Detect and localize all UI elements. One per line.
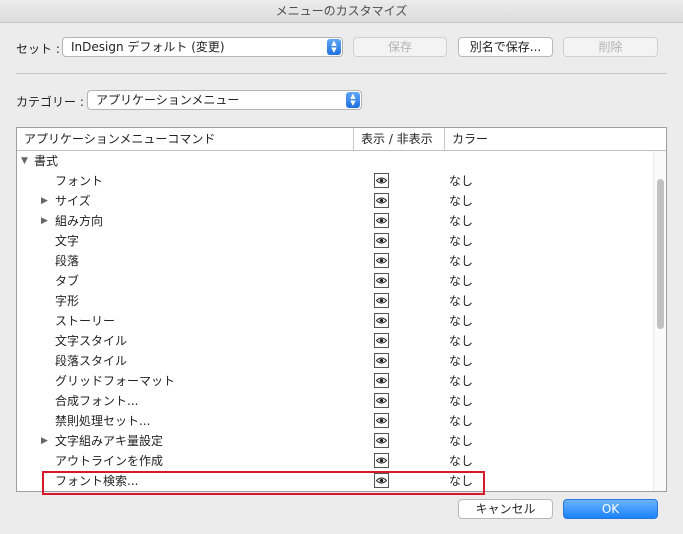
eye-icon[interactable] <box>374 253 389 268</box>
window-titlebar: メニューのカスタマイズ <box>0 0 683 23</box>
row-label: 文字 <box>55 234 80 248</box>
eye-icon[interactable] <box>374 373 389 388</box>
eye-icon[interactable] <box>374 273 389 288</box>
row-label: 段落 <box>55 254 80 268</box>
ok-button[interactable]: OK <box>563 499 658 519</box>
category-label: カテゴリー : <box>16 95 84 109</box>
scrollbar-thumb[interactable] <box>657 179 664 329</box>
row-label: 段落スタイル <box>55 354 128 368</box>
row-label: ストーリー <box>55 314 116 328</box>
set-label: セット : <box>16 42 60 56</box>
eye-icon[interactable] <box>374 333 389 348</box>
vertical-scrollbar[interactable] <box>653 151 666 491</box>
row-label: 文字スタイル <box>55 334 128 348</box>
column-header-visibility[interactable]: 表示 / 非表示 <box>354 128 445 150</box>
row-label: フォント <box>55 174 104 188</box>
table-row[interactable]: 文字スタイル なし <box>17 331 653 351</box>
eye-icon[interactable] <box>374 173 389 188</box>
set-popup[interactable]: InDesign デフォルト (変更) ▲ ▼ <box>62 37 343 57</box>
table-row[interactable]: 合成フォント... なし <box>17 391 653 411</box>
row-label: 組み方向 <box>55 214 104 228</box>
popup-stepper-icon: ▲ ▼ <box>327 39 341 55</box>
eye-icon[interactable] <box>374 413 389 428</box>
row-color[interactable]: なし <box>449 331 473 351</box>
disclosure-down-icon[interactable]: ▼ <box>21 151 28 171</box>
eye-icon[interactable] <box>374 293 389 308</box>
eye-icon[interactable] <box>374 313 389 328</box>
group-label: 書式 <box>34 154 59 168</box>
table-header: アプリケーションメニューコマンド 表示 / 非表示 カラー <box>17 128 666 151</box>
window-title: メニューのカスタマイズ <box>275 4 408 18</box>
row-color[interactable]: なし <box>449 391 473 411</box>
separator <box>16 73 667 74</box>
set-popup-value: InDesign デフォルト (変更) <box>71 40 225 54</box>
row-color[interactable]: なし <box>449 191 473 211</box>
row-color[interactable]: なし <box>449 271 473 291</box>
row-color[interactable]: なし <box>449 291 473 311</box>
eye-icon[interactable] <box>374 453 389 468</box>
table-row[interactable]: ストーリー なし <box>17 311 653 331</box>
row-color[interactable]: なし <box>449 431 473 451</box>
category-popup[interactable]: アプリケーションメニュー ▲ ▼ <box>87 90 362 110</box>
eye-icon[interactable] <box>374 193 389 208</box>
save-as-button[interactable]: 別名で保存... <box>458 37 553 57</box>
row-label: 禁則処理セット... <box>55 414 151 428</box>
table-row[interactable]: ▶ 文字組みアキ量設定 なし <box>17 431 653 451</box>
cancel-button[interactable]: キャンセル <box>458 499 553 519</box>
column-header-command[interactable]: アプリケーションメニューコマンド <box>17 128 354 150</box>
save-button[interactable]: 保存 <box>353 37 447 57</box>
row-label: 字形 <box>55 294 80 308</box>
table-row[interactable]: 段落 なし <box>17 251 653 271</box>
table-row[interactable]: アウトラインを作成 なし <box>17 451 653 471</box>
table-row[interactable]: フォント なし <box>17 171 653 191</box>
table-row[interactable]: 字形 なし <box>17 291 653 311</box>
eye-icon[interactable] <box>374 433 389 448</box>
disclosure-right-icon[interactable]: ▶ <box>41 191 48 211</box>
group-row[interactable]: ▼ 書式 <box>17 151 653 171</box>
disclosure-right-icon[interactable]: ▶ <box>41 211 48 231</box>
row-label: 合成フォント... <box>55 394 139 408</box>
table-row[interactable]: タブ なし <box>17 271 653 291</box>
row-label: サイズ <box>55 194 91 208</box>
row-color[interactable]: なし <box>449 251 473 271</box>
menu-command-table: アプリケーションメニューコマンド 表示 / 非表示 カラー ▼ 書式 フォントな… <box>16 127 667 492</box>
row-color[interactable]: なし <box>449 311 473 331</box>
table-row[interactable]: 禁則処理セット... なし <box>17 411 653 431</box>
delete-button[interactable]: 削除 <box>563 37 658 57</box>
row-label: グリッドフォーマット <box>55 374 176 388</box>
row-color[interactable]: なし <box>449 211 473 231</box>
eye-icon[interactable] <box>374 213 389 228</box>
disclosure-right-icon[interactable]: ▶ <box>41 431 48 451</box>
row-label: アウトラインを作成 <box>55 454 164 468</box>
category-popup-value: アプリケーションメニュー <box>96 93 240 107</box>
eye-icon[interactable] <box>374 233 389 248</box>
table-row[interactable]: 文字 なし <box>17 231 653 251</box>
eye-icon[interactable] <box>374 353 389 368</box>
column-header-color[interactable]: カラー <box>445 128 666 150</box>
table-row[interactable]: ▶ サイズ なし <box>17 191 653 211</box>
row-color[interactable]: なし <box>449 371 473 391</box>
eye-icon[interactable] <box>374 393 389 408</box>
table-row[interactable]: グリッドフォーマット なし <box>17 371 653 391</box>
highlight-box <box>42 471 485 495</box>
row-label: タブ <box>55 274 80 288</box>
row-color[interactable]: なし <box>449 171 473 191</box>
row-color[interactable]: なし <box>449 451 473 471</box>
table-row[interactable]: 段落スタイル なし <box>17 351 653 371</box>
table-rows: ▼ 書式 フォント なし ▶ サイズ なし ▶ 組み方向 なし 文字 なし 段落 なし タブ なし 字形 なし… <box>17 151 653 491</box>
row-color[interactable]: なし <box>449 351 473 371</box>
row-label: 文字組みアキ量設定 <box>55 434 164 448</box>
row-color[interactable]: なし <box>449 231 473 251</box>
popup-stepper-icon: ▲ ▼ <box>346 92 360 108</box>
row-color[interactable]: なし <box>449 411 473 431</box>
table-row[interactable]: ▶ 組み方向 なし <box>17 211 653 231</box>
